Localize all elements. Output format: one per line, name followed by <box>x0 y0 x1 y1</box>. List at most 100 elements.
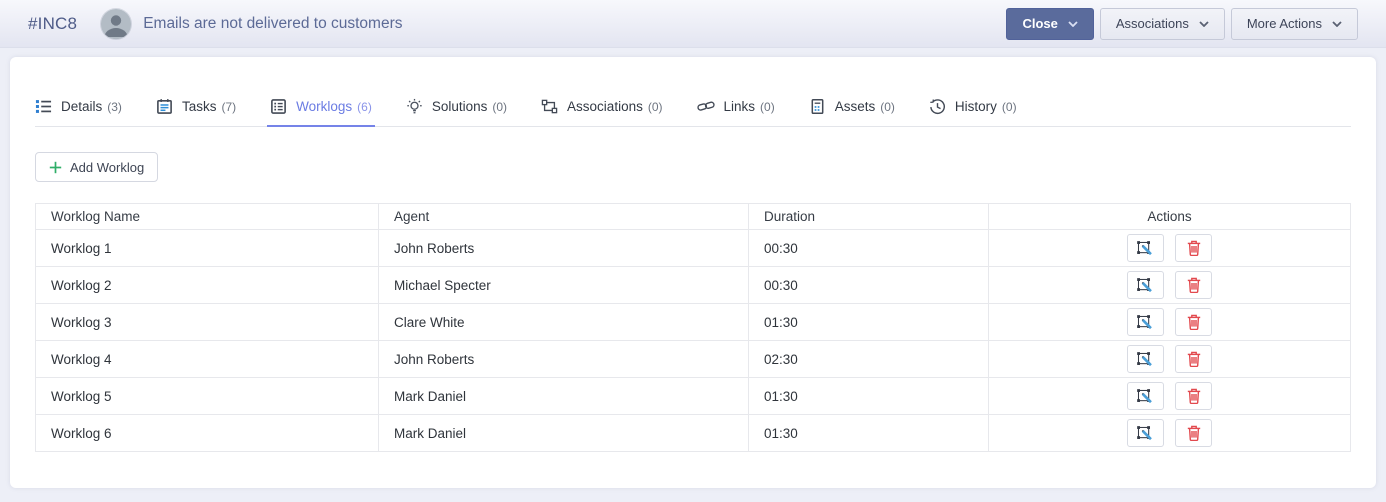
tab-history[interactable]: History (0) <box>929 87 1017 126</box>
header-actions: Close Associations More Actions <box>1006 8 1358 40</box>
delete-icon <box>1187 277 1201 293</box>
agent-cell: Michael Specter <box>379 267 749 304</box>
chevron-down-icon <box>1199 21 1209 27</box>
edit-worklog-button[interactable] <box>1127 271 1164 299</box>
details-icon <box>35 98 52 115</box>
duration-cell: 01:30 <box>749 415 989 452</box>
plus-icon <box>49 161 62 174</box>
table-row: Worklog 1 John Roberts 00:30 <box>36 230 1351 267</box>
associations-button[interactable]: Associations <box>1100 8 1225 40</box>
edit-worklog-button[interactable] <box>1127 419 1164 447</box>
agent-cell: Mark Daniel <box>379 378 749 415</box>
actions-cell <box>989 341 1351 378</box>
delete-worklog-button[interactable] <box>1175 345 1212 373</box>
delete-icon <box>1187 314 1201 330</box>
history-icon <box>929 98 946 115</box>
duration-cell: 02:30 <box>749 341 989 378</box>
tab-details-count: (3) <box>107 100 122 114</box>
incident-title: Emails are not delivered to customers <box>143 15 402 33</box>
worklog-name-cell: Worklog 6 <box>36 415 379 452</box>
edit-icon <box>1136 388 1154 405</box>
tab-worklogs-count: (6) <box>357 100 372 114</box>
delete-worklog-button[interactable] <box>1175 234 1212 262</box>
tab-associations[interactable]: Associations (0) <box>541 87 662 126</box>
delete-worklog-button[interactable] <box>1175 382 1212 410</box>
edit-worklog-button[interactable] <box>1127 308 1164 336</box>
more-actions-button[interactable]: More Actions <box>1231 8 1358 40</box>
incident-id: #INC8 <box>28 14 77 34</box>
edit-icon <box>1136 314 1154 331</box>
worklogs-table-body: Worklog 1 John Roberts 00:30 <box>36 230 1351 452</box>
tab-solutions[interactable]: Solutions (0) <box>406 87 507 126</box>
tab-assets-label: Assets <box>835 99 876 114</box>
tab-details[interactable]: Details (3) <box>35 87 122 126</box>
actions-cell <box>989 230 1351 267</box>
tab-links-count: (0) <box>760 100 775 114</box>
edit-worklog-button[interactable] <box>1127 345 1164 373</box>
add-worklog-button[interactable]: Add Worklog <box>35 152 158 182</box>
edit-icon <box>1136 277 1154 294</box>
actions-cell <box>989 415 1351 452</box>
table-row: Worklog 2 Michael Specter 00:30 <box>36 267 1351 304</box>
actions-cell <box>989 304 1351 341</box>
tab-solutions-count: (0) <box>492 100 507 114</box>
duration-cell: 00:30 <box>749 230 989 267</box>
delete-worklog-button[interactable] <box>1175 308 1212 336</box>
table-row: Worklog 3 Clare White 01:30 <box>36 304 1351 341</box>
assets-icon <box>809 98 826 115</box>
delete-icon <box>1187 240 1201 256</box>
worklogs-icon <box>270 98 287 115</box>
person-avatar-icon <box>101 9 131 39</box>
agent-cell: Clare White <box>379 304 749 341</box>
tab-history-label: History <box>955 99 997 114</box>
tab-worklogs[interactable]: Worklogs (6) <box>270 87 372 126</box>
edit-icon <box>1136 240 1154 257</box>
tab-solutions-label: Solutions <box>432 99 488 114</box>
table-row: Worklog 4 John Roberts 02:30 <box>36 341 1351 378</box>
actions-cell <box>989 267 1351 304</box>
associations-icon <box>541 98 558 115</box>
agent-cell: John Roberts <box>379 230 749 267</box>
column-header-actions: Actions <box>989 204 1351 230</box>
delete-worklog-button[interactable] <box>1175 271 1212 299</box>
tab-associations-count: (0) <box>648 100 663 114</box>
tab-associations-label: Associations <box>567 99 643 114</box>
delete-icon <box>1187 425 1201 441</box>
tab-assets[interactable]: Assets (0) <box>809 87 895 126</box>
table-row: Worklog 6 Mark Daniel 01:30 <box>36 415 1351 452</box>
requester-avatar[interactable] <box>101 9 131 39</box>
chevron-down-icon <box>1332 21 1342 27</box>
duration-cell: 01:30 <box>749 378 989 415</box>
duration-cell: 01:30 <box>749 304 989 341</box>
tab-tasks-label: Tasks <box>182 99 217 114</box>
tab-bar: Details (3) Tasks (7) <box>35 87 1351 127</box>
close-button-label: Close <box>1022 16 1057 31</box>
close-button[interactable]: Close <box>1006 8 1093 40</box>
worklog-name-cell: Worklog 2 <box>36 267 379 304</box>
associations-button-label: Associations <box>1116 16 1189 31</box>
duration-cell: 00:30 <box>749 267 989 304</box>
edit-worklog-button[interactable] <box>1127 382 1164 410</box>
add-worklog-label: Add Worklog <box>70 160 144 175</box>
actions-cell <box>989 378 1351 415</box>
links-icon <box>697 98 715 115</box>
delete-icon <box>1187 351 1201 367</box>
tab-tasks[interactable]: Tasks (7) <box>156 87 236 126</box>
incident-summary: #INC8 Emails are not delivered to custom… <box>28 9 403 39</box>
tab-links[interactable]: Links (0) <box>697 87 775 126</box>
incident-detail-card: Details (3) Tasks (7) <box>10 57 1376 488</box>
more-actions-button-label: More Actions <box>1247 16 1322 31</box>
edit-worklog-button[interactable] <box>1127 234 1164 262</box>
column-header-duration: Duration <box>749 204 989 230</box>
tab-details-label: Details <box>61 99 102 114</box>
delete-worklog-button[interactable] <box>1175 419 1212 447</box>
solutions-icon <box>406 98 423 115</box>
column-header-worklog-name: Worklog Name <box>36 204 379 230</box>
agent-cell: John Roberts <box>379 341 749 378</box>
chevron-down-icon <box>1068 21 1078 27</box>
tab-worklogs-label: Worklogs <box>296 99 352 114</box>
tab-tasks-count: (7) <box>221 100 236 114</box>
table-row: Worklog 5 Mark Daniel 01:30 <box>36 378 1351 415</box>
worklog-name-cell: Worklog 5 <box>36 378 379 415</box>
incident-header-bar: #INC8 Emails are not delivered to custom… <box>0 0 1386 48</box>
